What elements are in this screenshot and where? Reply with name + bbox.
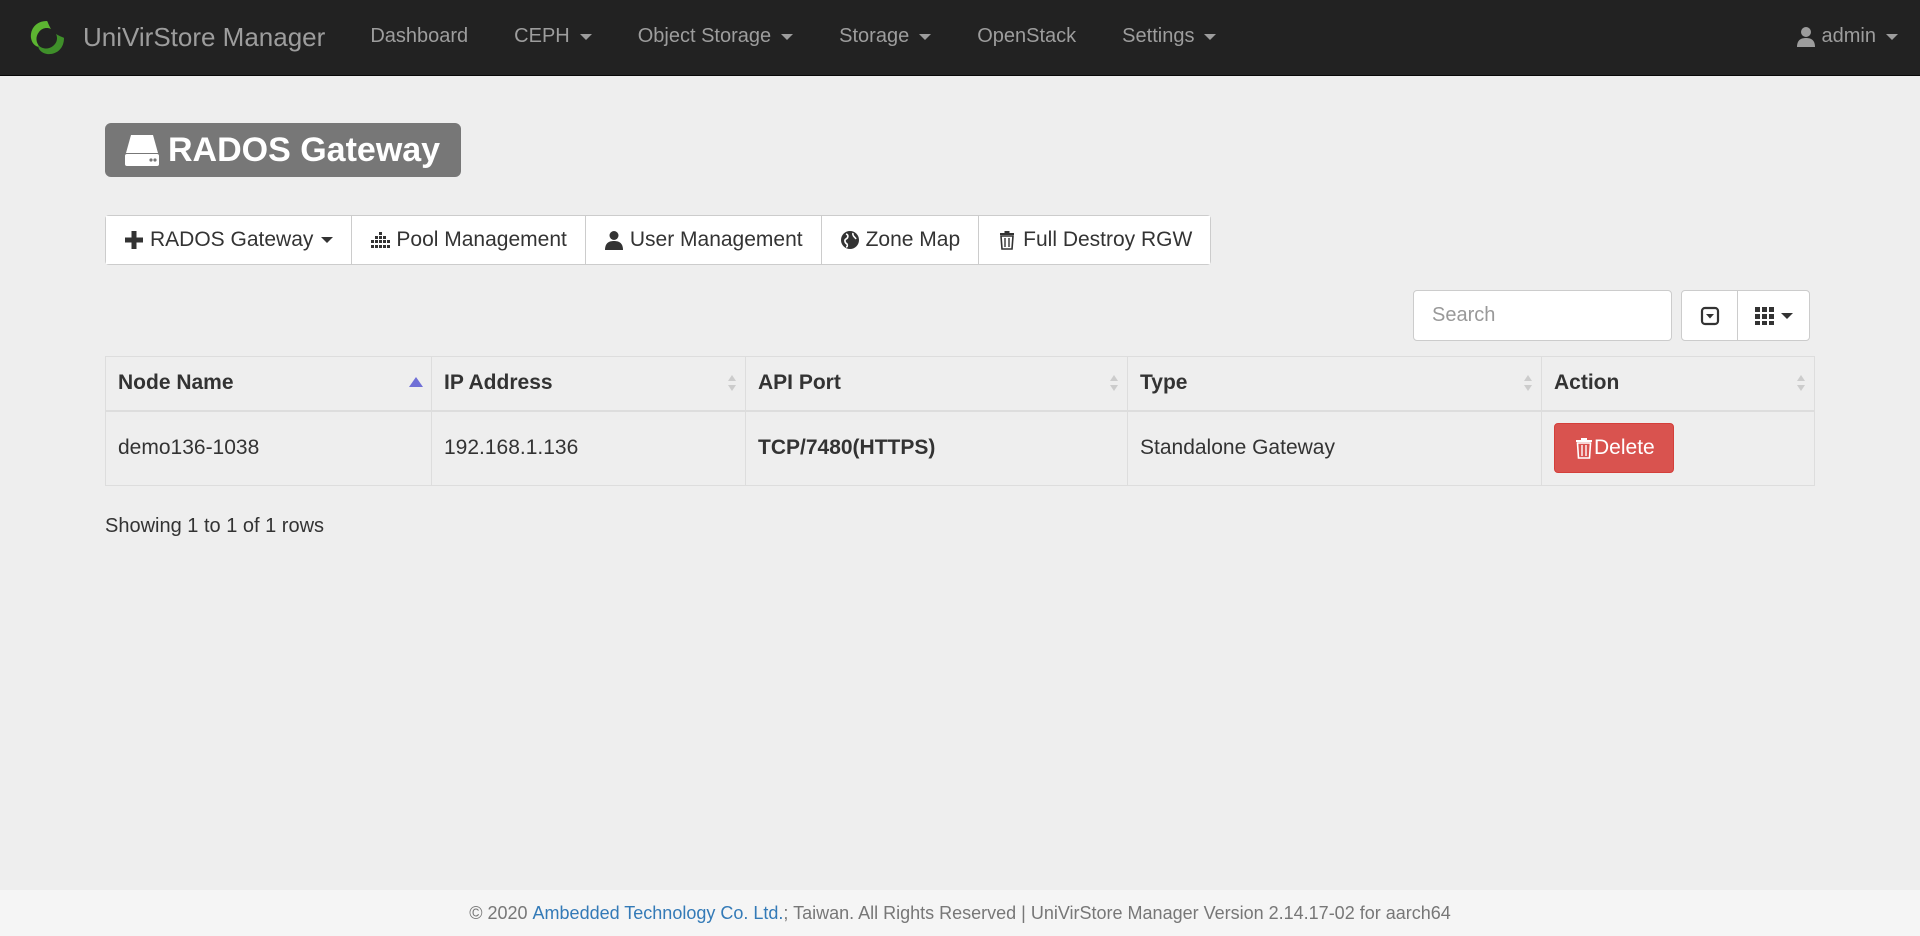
caret-down-icon: [781, 33, 794, 40]
user-management-button[interactable]: User Management: [585, 216, 822, 264]
sort-icon: [1524, 375, 1532, 392]
sort-icon: [1110, 375, 1118, 392]
footer-suffix: ; Taiwan. All Rights Reserved | UniVirSt…: [783, 902, 1451, 923]
caret-down-icon: [1204, 33, 1217, 40]
column-header-api-port[interactable]: API Port: [745, 356, 1128, 412]
columns-button[interactable]: [1738, 291, 1809, 340]
user-menu[interactable]: admin: [1773, 0, 1920, 75]
cell-action: Delete: [1541, 410, 1815, 486]
delete-button[interactable]: Delete: [1554, 423, 1674, 474]
column-header-label: IP Address: [444, 371, 553, 395]
footer: © 2020 Ambedded Technology Co. Ltd. ; Ta…: [0, 890, 1920, 936]
sort-icon: [728, 375, 736, 392]
th-icon: [1754, 306, 1774, 325]
caret-down-icon: [579, 33, 592, 40]
nav-dashboard[interactable]: Dashboard: [347, 0, 491, 75]
user-management-label: User Management: [629, 228, 803, 251]
collapse-down-icon: [1700, 306, 1719, 325]
user-icon: [604, 231, 623, 250]
page-title-text: RADOS Gateway: [168, 130, 441, 169]
rados-gateway-add-button[interactable]: RADOS Gateway: [106, 216, 353, 264]
nav-ceph-label: CEPH: [514, 25, 570, 47]
cell-type: Standalone Gateway: [1127, 410, 1542, 486]
nav-object-storage-label: Object Storage: [637, 25, 772, 47]
column-header-label: API Port: [758, 371, 841, 395]
hdd-icon: [125, 135, 159, 166]
full-destroy-rgw-button[interactable]: Full Destroy RGW: [979, 216, 1211, 264]
nav-openstack[interactable]: OpenStack: [954, 0, 1099, 75]
nav-openstack-label: OpenStack: [977, 25, 1077, 47]
zone-map-button[interactable]: Zone Map: [821, 216, 980, 264]
pool-management-label: Pool Management: [396, 228, 567, 251]
column-header-label: Node Name: [118, 371, 234, 395]
column-header-node-name[interactable]: Node Name: [105, 356, 432, 412]
cell-api-port: TCP/7480(HTTPS): [745, 410, 1128, 486]
caret-down-icon: [321, 237, 334, 243]
navbar: UniVirStore Manager Dashboard CEPH Objec…: [0, 0, 1920, 76]
toggle-view-button[interactable]: [1682, 291, 1738, 340]
table-row: demo136-1038 192.168.1.136 TCP/7480(HTTP…: [105, 410, 1815, 486]
column-header-action[interactable]: Action: [1541, 356, 1815, 412]
nav-settings[interactable]: Settings: [1099, 0, 1239, 75]
brand-name: UniVirStore Manager: [83, 22, 326, 52]
sort-icon: [1797, 375, 1805, 392]
nav-storage[interactable]: Storage: [816, 0, 954, 75]
full-destroy-rgw-label: Full Destroy RGW: [1023, 228, 1193, 251]
cell-node-name: demo136-1038: [105, 410, 432, 486]
sort-asc-icon: [409, 377, 423, 388]
rados-gateway-label: RADOS Gateway: [150, 228, 314, 251]
rgw-toolbar: RADOS Gateway Pool Management User Manag…: [105, 215, 1212, 265]
caret-down-icon: [1886, 33, 1898, 40]
tasks-icon: [371, 232, 391, 248]
pagination-info: Showing 1 to 1 of 1 rows: [105, 515, 325, 537]
column-header-type[interactable]: Type: [1127, 356, 1542, 412]
nav-storage-label: Storage: [839, 25, 910, 47]
pool-management-button[interactable]: Pool Management: [352, 216, 586, 264]
search-input[interactable]: [1413, 290, 1672, 341]
page-title: RADOS Gateway: [105, 123, 462, 177]
globe-icon: [840, 231, 859, 249]
brand-link[interactable]: UniVirStore Manager: [0, 0, 325, 76]
nav-settings-label: Settings: [1122, 25, 1195, 47]
caret-down-icon: [919, 33, 932, 40]
column-header-label: Type: [1140, 371, 1188, 395]
univirstore-logo-icon: [30, 20, 64, 54]
rgw-table: Node Name IP Address API Port Type Actio…: [105, 356, 1815, 486]
nav-ceph[interactable]: CEPH: [491, 0, 615, 75]
table-tools: [1681, 290, 1810, 341]
cell-ip-address: 192.168.1.136: [431, 410, 746, 486]
nav-dashboard-label: Dashboard: [370, 25, 469, 47]
company-link[interactable]: Ambedded Technology Co. Ltd.: [533, 903, 784, 924]
main-nav: Dashboard CEPH Object Storage Storage Op…: [347, 0, 1239, 76]
footer-prefix: © 2020: [469, 902, 533, 923]
column-header-ip-address[interactable]: IP Address: [431, 356, 746, 412]
zone-map-label: Zone Map: [865, 228, 961, 251]
nav-object-storage[interactable]: Object Storage: [615, 0, 816, 75]
user-icon: [1796, 26, 1815, 47]
user-name: admin: [1821, 25, 1876, 47]
caret-down-icon: [1780, 312, 1793, 319]
column-header-label: Action: [1554, 371, 1620, 395]
plus-icon: [125, 231, 143, 249]
trash-icon: [1000, 231, 1015, 250]
trash-icon: [1576, 438, 1592, 460]
delete-label: Delete: [1594, 436, 1655, 460]
